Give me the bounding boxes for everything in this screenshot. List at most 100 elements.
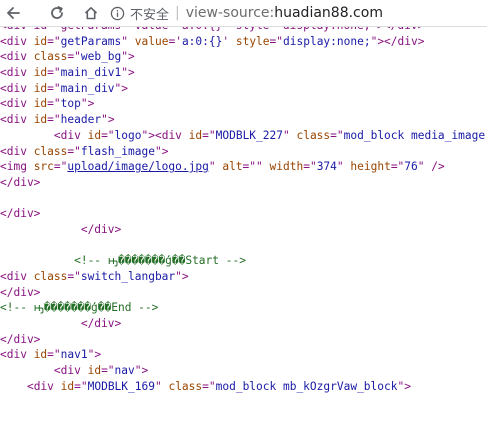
source-token: </div> (0, 332, 41, 346)
source-token: " (336, 160, 351, 174)
source-token: " (154, 379, 169, 393)
source-token: <div (53, 364, 88, 378)
browser-toolbar: 不安全 | view-source: huadian88.com (0, 0, 487, 27)
source-token: =" (67, 50, 81, 64)
source-line (0, 395, 487, 411)
source-token: <div (0, 113, 34, 127)
source-token: " (208, 160, 223, 174)
source-token: "><div (141, 128, 189, 142)
source-token: <div (0, 97, 34, 111)
source-token: =" (47, 113, 61, 127)
source-token: "> (175, 270, 189, 283)
source-token: =" (269, 34, 284, 48)
source-line: <div id="nav1"> (0, 347, 487, 363)
source-token (0, 380, 27, 393)
source-token: class (33, 144, 68, 158)
source-token: width (269, 160, 304, 174)
source-token: " (282, 128, 297, 142)
source-token: "> (397, 379, 411, 393)
source-token: <div (0, 270, 34, 283)
source-token: class (33, 50, 68, 64)
source-line: <div id="getParams" value='a:0:{}' style… (0, 34, 487, 50)
source-token: "> (154, 144, 169, 158)
source-token: =" (202, 379, 216, 393)
source-token: "> (121, 50, 135, 64)
source-line: <div class="switch_langbar"> (0, 269, 487, 285)
source-token: switch_langbar (80, 270, 176, 283)
source-token: display:none; (283, 34, 371, 48)
home-icon (84, 7, 98, 20)
source-link[interactable]: upload/image/logo.jpg (67, 160, 208, 173)
source-token (0, 223, 81, 236)
source-token: </div> (80, 317, 122, 331)
source-line: <div id="nav"> (0, 363, 487, 379)
source-token: <div (26, 379, 61, 393)
source-token: =" (47, 66, 61, 80)
source-token: <!-- ԣ�������ģ��End --> (0, 301, 159, 315)
security-label[interactable]: 不安全 (130, 4, 169, 23)
source-token: =" (303, 160, 317, 174)
source-line: <div id="main_div1"> (0, 65, 487, 81)
source-token: =" (101, 128, 115, 142)
source-token: id (33, 81, 48, 95)
source-token: "> (134, 364, 149, 378)
source-token: class (296, 128, 331, 142)
source-code-view: <div id="getParams" value='a:0:{}' style… (0, 27, 487, 427)
address-separator: | (175, 5, 180, 21)
source-token: =" (47, 348, 61, 362)
arrow-left-icon (7, 7, 20, 19)
url-prefix: view-source: (185, 5, 275, 21)
source-token: "> (101, 113, 115, 127)
source-token: =" (47, 34, 61, 48)
source-token: flash_image (80, 144, 155, 158)
source-token: class (168, 379, 203, 393)
source-token: web_bg (80, 50, 122, 64)
reload-button[interactable] (46, 2, 68, 24)
source-token: =" (202, 128, 216, 142)
source-line: <div id="header"> (0, 112, 487, 128)
source-token: getParams (60, 34, 122, 48)
source-token: nav (114, 364, 135, 378)
source-line: <img src="upload/image/logo.jpg" alt="" … (0, 159, 487, 175)
source-token: <div (0, 81, 34, 95)
source-token: =" (47, 81, 61, 95)
home-button[interactable] (80, 2, 102, 24)
source-token: value (134, 34, 169, 48)
source-token: mod_block mb_kOzgrVaw_block (215, 379, 398, 393)
source-token: =" (101, 364, 115, 378)
source-token: ' (222, 34, 236, 48)
source-token: =" (330, 128, 344, 142)
source-line: <div class="flash_image"> (0, 144, 487, 160)
source-token: style (235, 34, 270, 48)
source-token: "> (87, 348, 102, 362)
info-circle-icon[interactable] (110, 6, 125, 21)
reload-icon (51, 6, 63, 19)
source-token: id (33, 66, 48, 80)
source-line: <!-- ԣ�������ģ��End --> (0, 300, 487, 316)
address-bar[interactable]: 不安全 | view-source: huadian88.com (110, 2, 487, 24)
source-token: <div (0, 50, 34, 64)
source-token: alt (222, 160, 243, 174)
source-token: =" (74, 379, 88, 393)
source-line: </div> (0, 222, 487, 238)
source-token: id (33, 113, 48, 127)
source-token: =" (53, 160, 68, 174)
source-token: <div (0, 66, 34, 80)
source-token: " (256, 160, 270, 174)
source-line: <div id="getParams" value='a:0:{}' style… (0, 27, 487, 34)
source-token: MODBLK_227 (215, 128, 283, 142)
source-token: </div> (0, 285, 41, 299)
url-host: huadian88.com (274, 5, 383, 21)
source-token: id (33, 97, 48, 111)
back-button[interactable] (2, 2, 24, 24)
source-token: logo (114, 128, 142, 142)
source-token: <div (53, 128, 88, 142)
source-line: </div> (0, 285, 487, 301)
source-token (0, 129, 54, 142)
source-line (0, 410, 487, 426)
source-token: =' (168, 34, 182, 48)
source-token (0, 317, 81, 330)
source-line: <!-- ԣ�������ģ��Start --> (0, 253, 487, 269)
source-token: <div id="getParams" value='a:0:{}' style… (0, 27, 424, 32)
source-token: id (188, 128, 203, 142)
